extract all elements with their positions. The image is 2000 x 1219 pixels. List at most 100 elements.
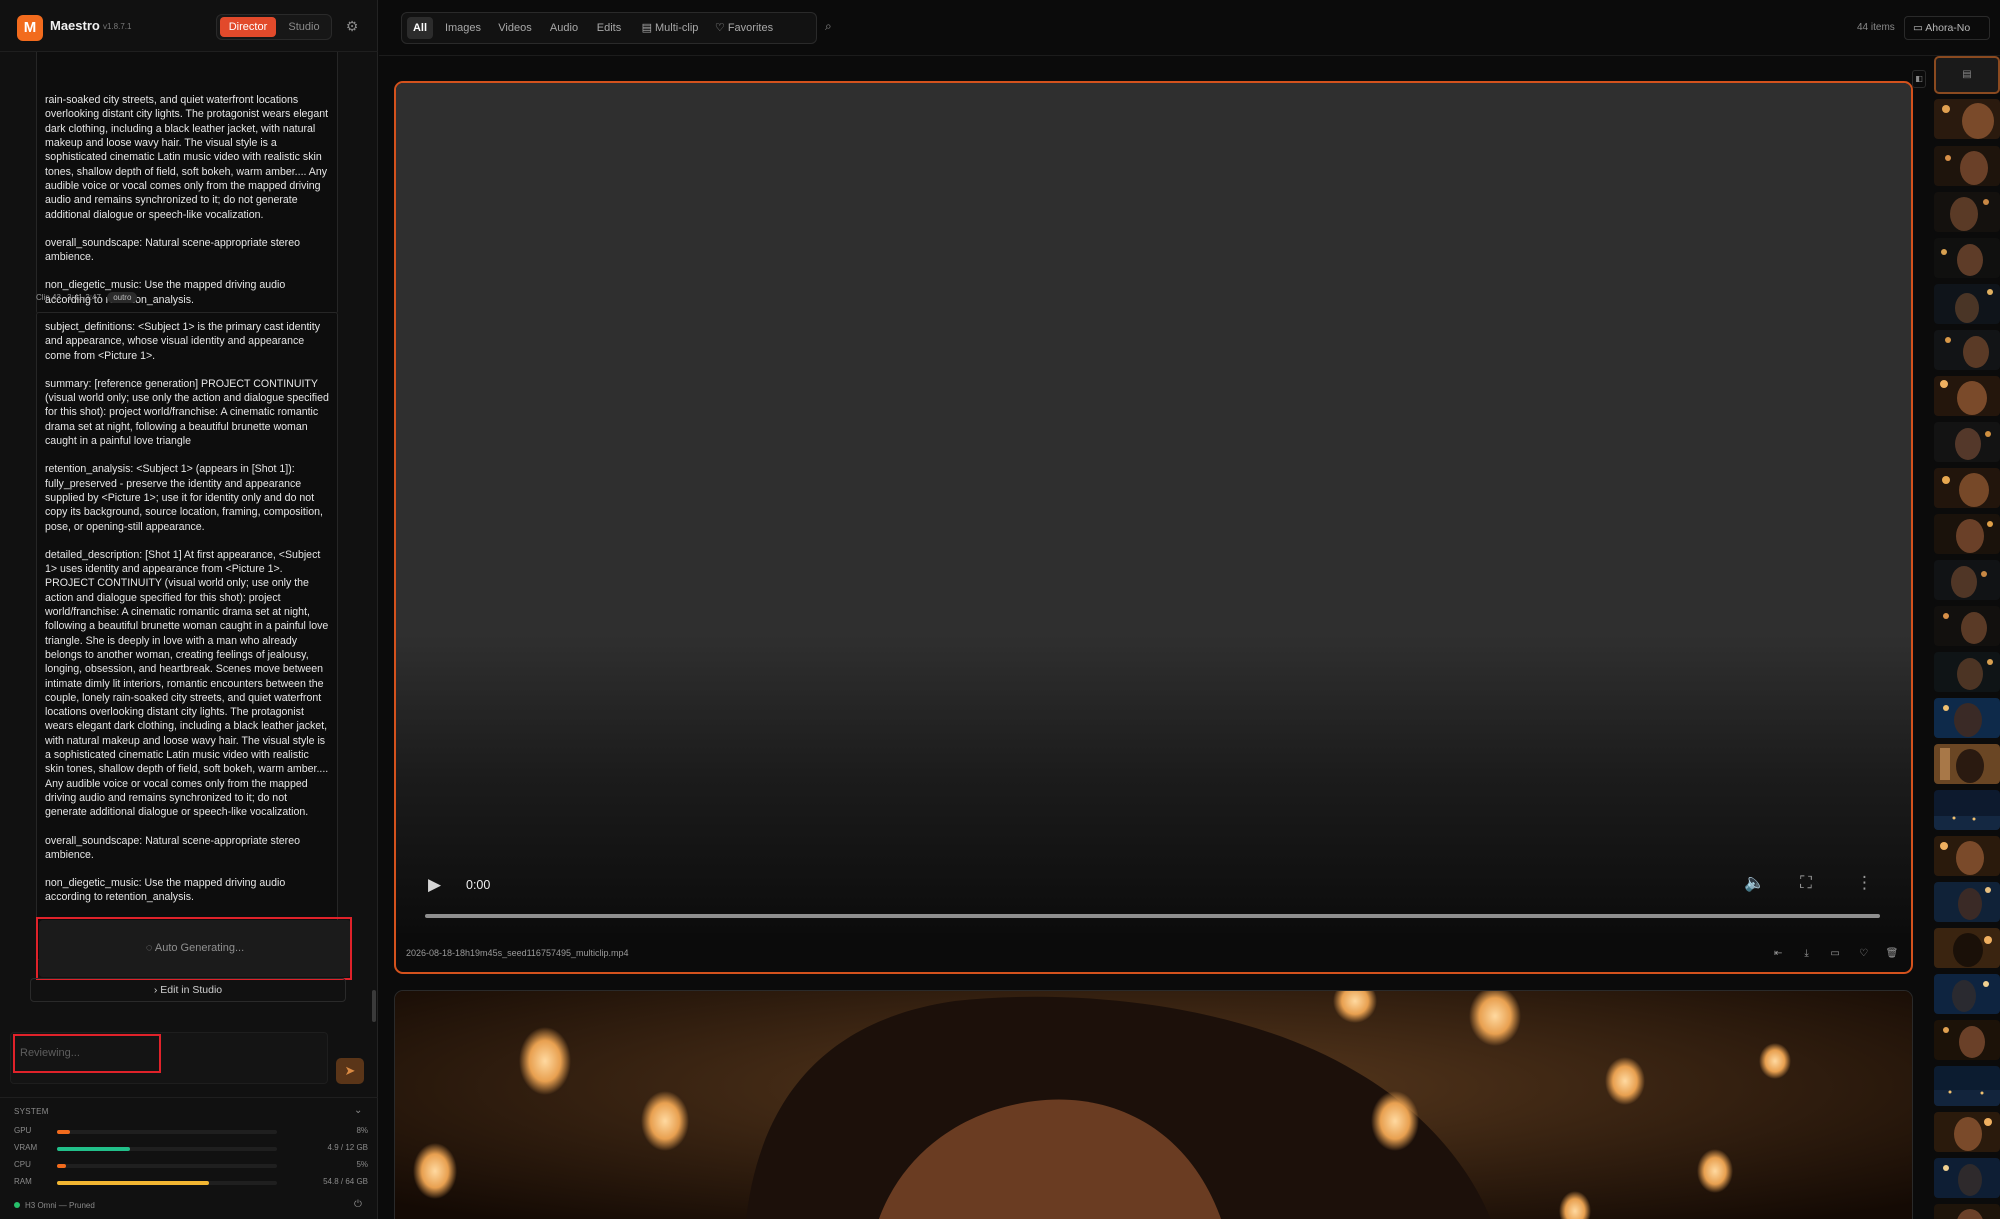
thumbnail[interactable]	[1934, 1204, 2000, 1219]
review-input[interactable]	[20, 1043, 150, 1063]
power-icon[interactable]: ⏻	[354, 1199, 362, 1210]
metric-track	[57, 1164, 277, 1168]
previous-clip-prompt-card: rain-soaked city streets, and quiet wate…	[36, 52, 338, 314]
metric-track	[57, 1130, 277, 1134]
thumbnail[interactable]	[1934, 514, 2000, 554]
thumbnail[interactable]	[1934, 376, 2000, 416]
metric-cpu: CPU 5%	[14, 1159, 368, 1173]
thumbnail[interactable]	[1934, 790, 2000, 830]
fullscreen-icon[interactable]: ⛶	[1800, 873, 1824, 897]
clip-list[interactable]: rain-soaked city streets, and quiet wate…	[0, 52, 378, 1022]
thumbnail[interactable]	[1934, 330, 2000, 370]
clip-time: 3:41-3:47	[67, 293, 101, 302]
heart-icon[interactable]: ♡	[1857, 948, 1871, 962]
thumbnail[interactable]	[1934, 146, 2000, 186]
thumbnail[interactable]	[1934, 928, 2000, 968]
sidebar-scrollbar[interactable]	[372, 990, 376, 1022]
clip-43-header: Clip 43 3:41-3:47 outro	[36, 292, 141, 303]
send-icon[interactable]: ➤	[336, 1058, 364, 1084]
tab-audio[interactable]: Audio	[543, 17, 585, 39]
system-title: SYSTEM	[14, 1107, 49, 1116]
thumbnail[interactable]	[1934, 698, 2000, 738]
project-name: Ahora-No	[1925, 22, 1971, 34]
seek-bar[interactable]	[425, 914, 1880, 918]
metric-gpu: GPU 8%	[14, 1125, 368, 1139]
thumbnail[interactable]	[1934, 744, 2000, 784]
thumbnail[interactable]	[1934, 422, 2000, 462]
app-version: v1.8.7.1	[103, 22, 132, 31]
thumbnail[interactable]	[1934, 192, 2000, 232]
edit-in-studio-label: Edit in Studio	[160, 984, 223, 996]
tab-multi-clip[interactable]: ▤ Multi-clip	[634, 17, 706, 39]
thumbnail[interactable]	[1934, 1158, 2000, 1198]
selected-video-card[interactable]: ▶ 0:00 🔈 ⛶ ⋮ 2026-08-18-18h19m45s_seed11…	[394, 81, 1913, 974]
thumbnail[interactable]	[1934, 606, 2000, 646]
director-mode-button[interactable]: Director	[220, 17, 276, 37]
folder-icon[interactable]: ▭	[1828, 948, 1842, 962]
collapse-rail-icon[interactable]: ◧	[1912, 70, 1926, 88]
metric-track	[57, 1181, 277, 1185]
play-icon[interactable]: ▶	[428, 875, 448, 897]
metric-value: 4.9 / 12 GB	[327, 1143, 368, 1152]
status-dot	[14, 1202, 20, 1208]
prompt-paragraph: rain-soaked city streets, and quiet wate…	[45, 94, 332, 221]
video-player[interactable]: ▶ 0:00 🔈 ⛶ ⋮	[396, 83, 1911, 933]
metric-value: 5%	[356, 1160, 368, 1169]
search-icon[interactable]: ⌕	[825, 19, 843, 37]
thumbnail[interactable]	[1934, 284, 2000, 324]
metric-track	[57, 1147, 277, 1151]
prompt-paragraph: summary: [reference generation] PROJECT …	[45, 377, 332, 448]
model-status: H3 Omni — Pruned	[14, 1201, 95, 1210]
director-sidebar: M Maestro v1.8.7.1 Director Studio ⚙ rai…	[0, 0, 378, 1219]
thumbnail[interactable]	[1934, 99, 2000, 139]
project-folder-button[interactable]: ▭ Ahora-No	[1904, 16, 1990, 40]
auto-generating-label: Auto Generating...	[154, 942, 245, 954]
spinner-icon: ◌	[145, 942, 155, 954]
thumbnail[interactable]	[1934, 238, 2000, 278]
tab-edits[interactable]: Edits	[590, 17, 628, 39]
time-display: 0:00	[466, 878, 491, 892]
metric-fill	[57, 1147, 130, 1151]
thumbnail[interactable]	[1934, 468, 2000, 508]
card-actions: ⇤ ⤓ ▭ ♡ 🗑	[1761, 943, 1899, 959]
thumbnail[interactable]	[1934, 560, 2000, 600]
item-count: 44 items	[1857, 22, 1895, 33]
download-icon[interactable]: ⤓	[1800, 948, 1814, 962]
tab-all[interactable]: All	[407, 17, 433, 39]
tab-favorites[interactable]: ♡ Favorites	[710, 17, 778, 39]
trash-icon[interactable]: 🗑	[1885, 948, 1899, 962]
clip-label: Clip 43	[36, 293, 61, 302]
clip-43-prompt-card[interactable]: subject_definitions: <Subject 1> is the …	[36, 312, 338, 960]
more-vertical-icon[interactable]: ⋮	[1856, 873, 1873, 897]
auto-generating-button[interactable]: ◌ Auto Generating...	[39, 920, 351, 977]
tab-images[interactable]: Images	[439, 17, 487, 39]
prompt-paragraph: overall_soundscape: Natural scene-approp…	[45, 834, 303, 861]
metric-label: RAM	[14, 1177, 32, 1186]
studio-mode-button[interactable]: Studio	[279, 17, 329, 37]
metric-label: VRAM	[14, 1143, 38, 1152]
metric-label: GPU	[14, 1126, 32, 1135]
jump-to-start-icon[interactable]: ⇤	[1771, 948, 1785, 962]
gallery-toolbar: All Images Videos Audio Edits ▤ Multi-cl…	[379, 0, 2000, 56]
volume-icon[interactable]: 🔈	[1744, 873, 1772, 897]
video-thumbnail	[395, 991, 1912, 1219]
tab-videos[interactable]: Videos	[492, 17, 538, 39]
chevron-down-icon[interactable]: ⌄	[354, 1105, 362, 1116]
thumbnail[interactable]	[1934, 1020, 2000, 1060]
thumbnail[interactable]	[1934, 882, 2000, 922]
metric-vram: VRAM 4.9 / 12 GB	[14, 1142, 368, 1156]
thumbnail[interactable]	[1934, 1066, 2000, 1106]
thumbnail[interactable]	[1934, 1112, 2000, 1152]
tab-favorites-label: Favorites	[727, 22, 774, 34]
thumbnail[interactable]	[1934, 836, 2000, 876]
mode-toggle: Director Studio	[216, 14, 332, 40]
next-video-card[interactable]	[394, 990, 1913, 1219]
metric-fill	[57, 1181, 209, 1185]
thumbnail[interactable]	[1934, 652, 2000, 692]
film-strip-icon[interactable]: ▤	[1934, 56, 2000, 94]
thumbnail[interactable]	[1934, 974, 2000, 1014]
app-name: Maestro	[50, 18, 100, 33]
edit-in-studio-button[interactable]: › Edit in Studio	[30, 978, 346, 1002]
gear-icon[interactable]: ⚙	[342, 16, 362, 36]
heart-icon: ♡	[714, 22, 728, 34]
